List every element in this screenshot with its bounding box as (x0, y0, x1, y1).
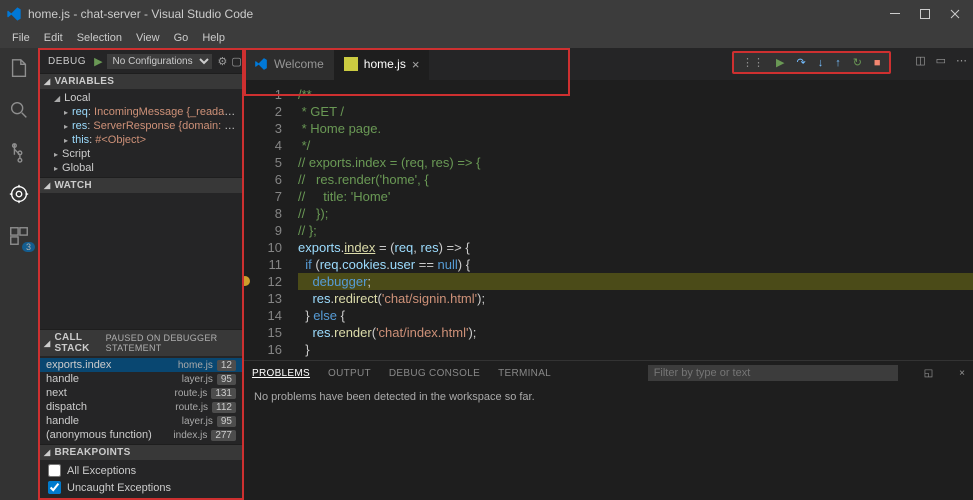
menu-view[interactable]: View (130, 30, 166, 46)
search-icon[interactable] (7, 98, 31, 122)
vscode-logo-icon (6, 6, 22, 22)
problems-message: No problems have been detected in the wo… (244, 385, 973, 409)
menubar: File Edit Selection View Go Help (0, 28, 973, 48)
extensions-badge: 3 (22, 242, 35, 252)
panel-tab-output[interactable]: OUTPUT (328, 368, 371, 379)
step-into-button[interactable]: ↓ (818, 57, 824, 69)
git-icon[interactable] (7, 140, 31, 164)
bp-all-checkbox[interactable] (48, 464, 61, 477)
stack-frame[interactable]: handlelayer.js95 (40, 414, 242, 428)
js-file-icon: JS (344, 57, 358, 71)
debug-icon[interactable] (7, 182, 31, 206)
debug-label: DEBUG (48, 56, 86, 67)
menu-go[interactable]: Go (168, 30, 195, 46)
tab-welcome[interactable]: Welcome (244, 48, 334, 80)
debug-toolbar[interactable]: ⋮⋮ ▶ ↷ ↓ ↑ ↻ ■ (732, 51, 891, 74)
restart-button[interactable]: ↻ (853, 56, 862, 69)
stack-frame[interactable]: exports.indexhome.js12 (40, 358, 242, 372)
layout-button[interactable]: ▭ (936, 54, 946, 67)
bp-uncaught-exceptions[interactable]: Uncaught Exceptions (40, 479, 242, 496)
scope-global[interactable]: ▸Global (40, 161, 242, 175)
debug-config-select[interactable]: No Configurations (107, 54, 212, 69)
panel-tab-terminal[interactable]: TERMINAL (498, 368, 551, 379)
code-editor[interactable]: /** * GET / * Home page. */// exports.in… (292, 80, 973, 360)
stack-frame[interactable]: dispatchroute.js112 (40, 400, 242, 414)
maximize-button[interactable] (919, 8, 931, 20)
vscode-icon (254, 57, 268, 71)
scope-script[interactable]: ▸Script (40, 147, 242, 161)
panel-tab-problems[interactable]: PROBLEMS (252, 368, 310, 379)
panel-close-button[interactable]: × (959, 368, 965, 379)
tab-home-js[interactable]: JS home.js × (334, 48, 430, 80)
minimize-button[interactable] (889, 8, 901, 20)
stack-frame[interactable]: nextroute.js131 (40, 386, 242, 400)
close-tab-button[interactable]: × (412, 57, 420, 72)
variables-header[interactable]: ◢VARIABLES (40, 74, 242, 89)
svg-text:JS: JS (346, 63, 355, 70)
scope-local[interactable]: ◢Local (40, 91, 242, 105)
breakpoints-header[interactable]: ◢BREAKPOINTS (40, 445, 242, 460)
split-editor-button[interactable]: ◫ (915, 54, 925, 67)
close-button[interactable] (949, 8, 961, 20)
debug-settings-button[interactable]: ⚙ (218, 55, 228, 68)
stack-frame[interactable]: handlelayer.js95 (40, 372, 242, 386)
stack-frame[interactable]: (anonymous function)index.js277 (40, 428, 242, 442)
more-actions-button[interactable]: ⋯ (956, 54, 967, 67)
menu-help[interactable]: Help (196, 30, 231, 46)
var-req[interactable]: ▸req: IncomingMessage {_readableSta… (40, 105, 242, 119)
start-debug-button[interactable]: ▶ (94, 55, 102, 68)
problems-filter-input[interactable] (648, 365, 898, 381)
stop-button[interactable]: ■ (874, 57, 881, 69)
debug-console-button[interactable]: ▢ (231, 55, 241, 68)
extensions-icon[interactable]: 3 (7, 224, 31, 248)
continue-button[interactable]: ▶ (776, 56, 784, 69)
explorer-icon[interactable] (7, 56, 31, 80)
var-res[interactable]: ▸res: ServerResponse {domain: null,… (40, 119, 242, 133)
window-title: home.js - chat-server - Visual Studio Co… (28, 7, 889, 21)
var-this[interactable]: ▸this: #<Object> (40, 133, 242, 147)
menu-selection[interactable]: Selection (71, 30, 128, 46)
menu-edit[interactable]: Edit (38, 30, 69, 46)
watch-header[interactable]: ◢WATCH (40, 178, 242, 193)
bp-all-exceptions[interactable]: All Exceptions (40, 462, 242, 479)
menu-file[interactable]: File (6, 30, 36, 46)
panel-collapse-button[interactable]: ◱ (924, 368, 933, 379)
step-out-button[interactable]: ↑ (835, 57, 841, 69)
bp-uncaught-checkbox[interactable] (48, 481, 61, 494)
step-over-button[interactable]: ↷ (796, 56, 805, 69)
panel-tab-debug-console[interactable]: DEBUG CONSOLE (389, 368, 480, 379)
drag-handle-icon[interactable]: ⋮⋮ (742, 56, 764, 69)
callstack-header[interactable]: ◢CALL STACKPAUSED ON DEBUGGER STATEMENT (40, 330, 242, 356)
